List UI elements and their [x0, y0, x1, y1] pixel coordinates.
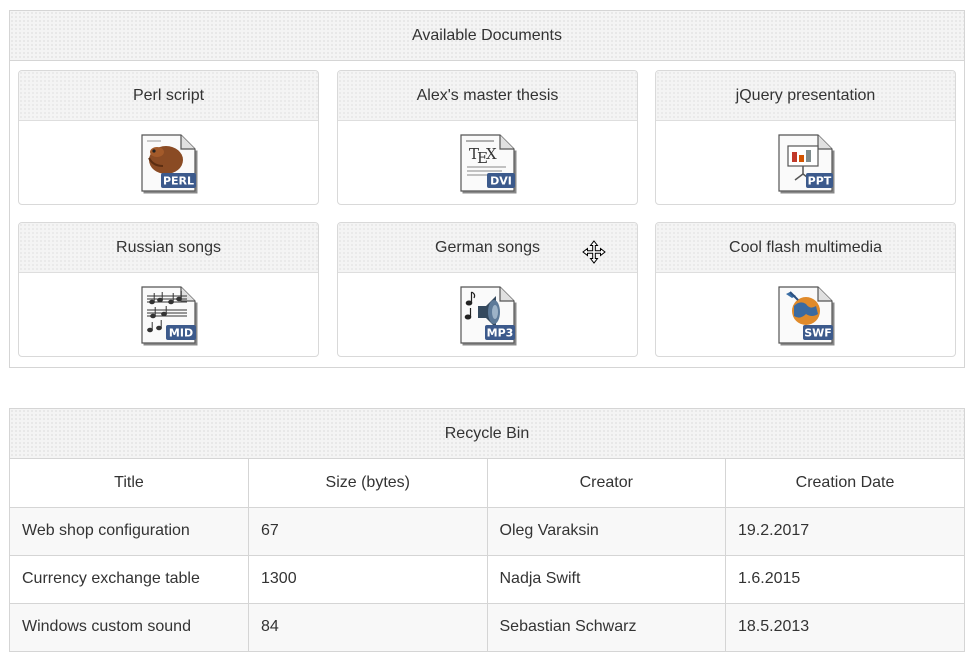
column-header-title[interactable]: Title — [10, 459, 249, 508]
file-type-label: SWF — [804, 326, 832, 339]
cell-creation-date: 1.6.2015 — [725, 554, 964, 604]
file-type-label: PERL — [162, 174, 193, 187]
recycle-bin-table: Title Size (bytes) Creator Creation Date… — [10, 459, 964, 651]
cell-creation-date: 19.2.2017 — [725, 506, 964, 556]
column-header-creation-date[interactable]: Creation Date — [725, 459, 964, 508]
table-row[interactable]: Windows custom sound 84 Sebastian Schwar… — [10, 602, 964, 651]
document-title: Russian songs — [116, 238, 221, 256]
document-card-cool-flash[interactable]: Cool flash multimedia SWF — [655, 222, 956, 357]
cell-creator: Sebastian Schwarz — [486, 602, 726, 651]
table-row[interactable]: Currency exchange table 1300 Nadja Swift… — [10, 554, 964, 604]
recycle-bin-header: Recycle Bin — [10, 409, 964, 459]
midi-file-icon[interactable]: MID — [139, 284, 199, 346]
document-title: German songs — [435, 238, 540, 256]
column-header-size[interactable]: Size (bytes) — [248, 459, 488, 508]
cell-creator: Oleg Varaksin — [486, 506, 726, 556]
cell-creation-date: 18.5.2013 — [725, 602, 964, 651]
document-card-perl-script[interactable]: Perl script PERL — [18, 70, 319, 205]
recycle-bin-panel: Recycle Bin Title Size (bytes) Creator C… — [9, 408, 965, 652]
ppt-file-icon[interactable]: PPT — [776, 132, 836, 194]
mp3-file-icon[interactable]: MP3 — [458, 284, 518, 346]
document-title: Cool flash multimedia — [729, 238, 882, 256]
cell-size: 1300 — [248, 554, 488, 604]
document-card-jquery-presentation[interactable]: jQuery presentation PPT — [655, 70, 956, 205]
recycle-bin-title: Recycle Bin — [444, 424, 530, 442]
cell-title: Currency exchange table — [10, 554, 249, 604]
available-documents-header: Available Documents — [10, 11, 964, 61]
cell-creator: Nadja Swift — [486, 554, 726, 604]
perl-file-icon[interactable]: PERL — [139, 132, 199, 194]
file-type-label: DVI — [490, 174, 512, 187]
swf-file-icon[interactable]: SWF — [776, 284, 836, 346]
document-title: Alex's master thesis — [416, 86, 559, 104]
move-cursor-icon — [582, 240, 606, 264]
cell-size: 84 — [248, 602, 488, 651]
file-type-label: PPT — [807, 174, 831, 187]
svg-text:X: X — [486, 145, 497, 163]
cell-size: 67 — [248, 506, 488, 556]
table-row[interactable]: Web shop configuration 67 Oleg Varaksin … — [10, 506, 964, 556]
available-documents-title: Available Documents — [411, 26, 562, 44]
tex-dvi-file-icon[interactable]: T E X DVI — [458, 132, 518, 194]
document-title: jQuery presentation — [735, 86, 876, 104]
cell-title: Windows custom sound — [10, 602, 249, 651]
document-card-russian-songs[interactable]: Russian songs MID — [18, 222, 319, 357]
document-title: Perl script — [132, 86, 205, 104]
column-header-creator[interactable]: Creator — [486, 459, 726, 508]
document-card-master-thesis[interactable]: Alex's master thesis T E X DVI — [337, 70, 638, 205]
available-documents-panel: Available Documents Perl script PERL Ale… — [9, 10, 965, 368]
file-type-label: MID — [168, 326, 192, 339]
file-type-label: MP3 — [486, 326, 513, 339]
cell-title: Web shop configuration — [10, 506, 249, 556]
